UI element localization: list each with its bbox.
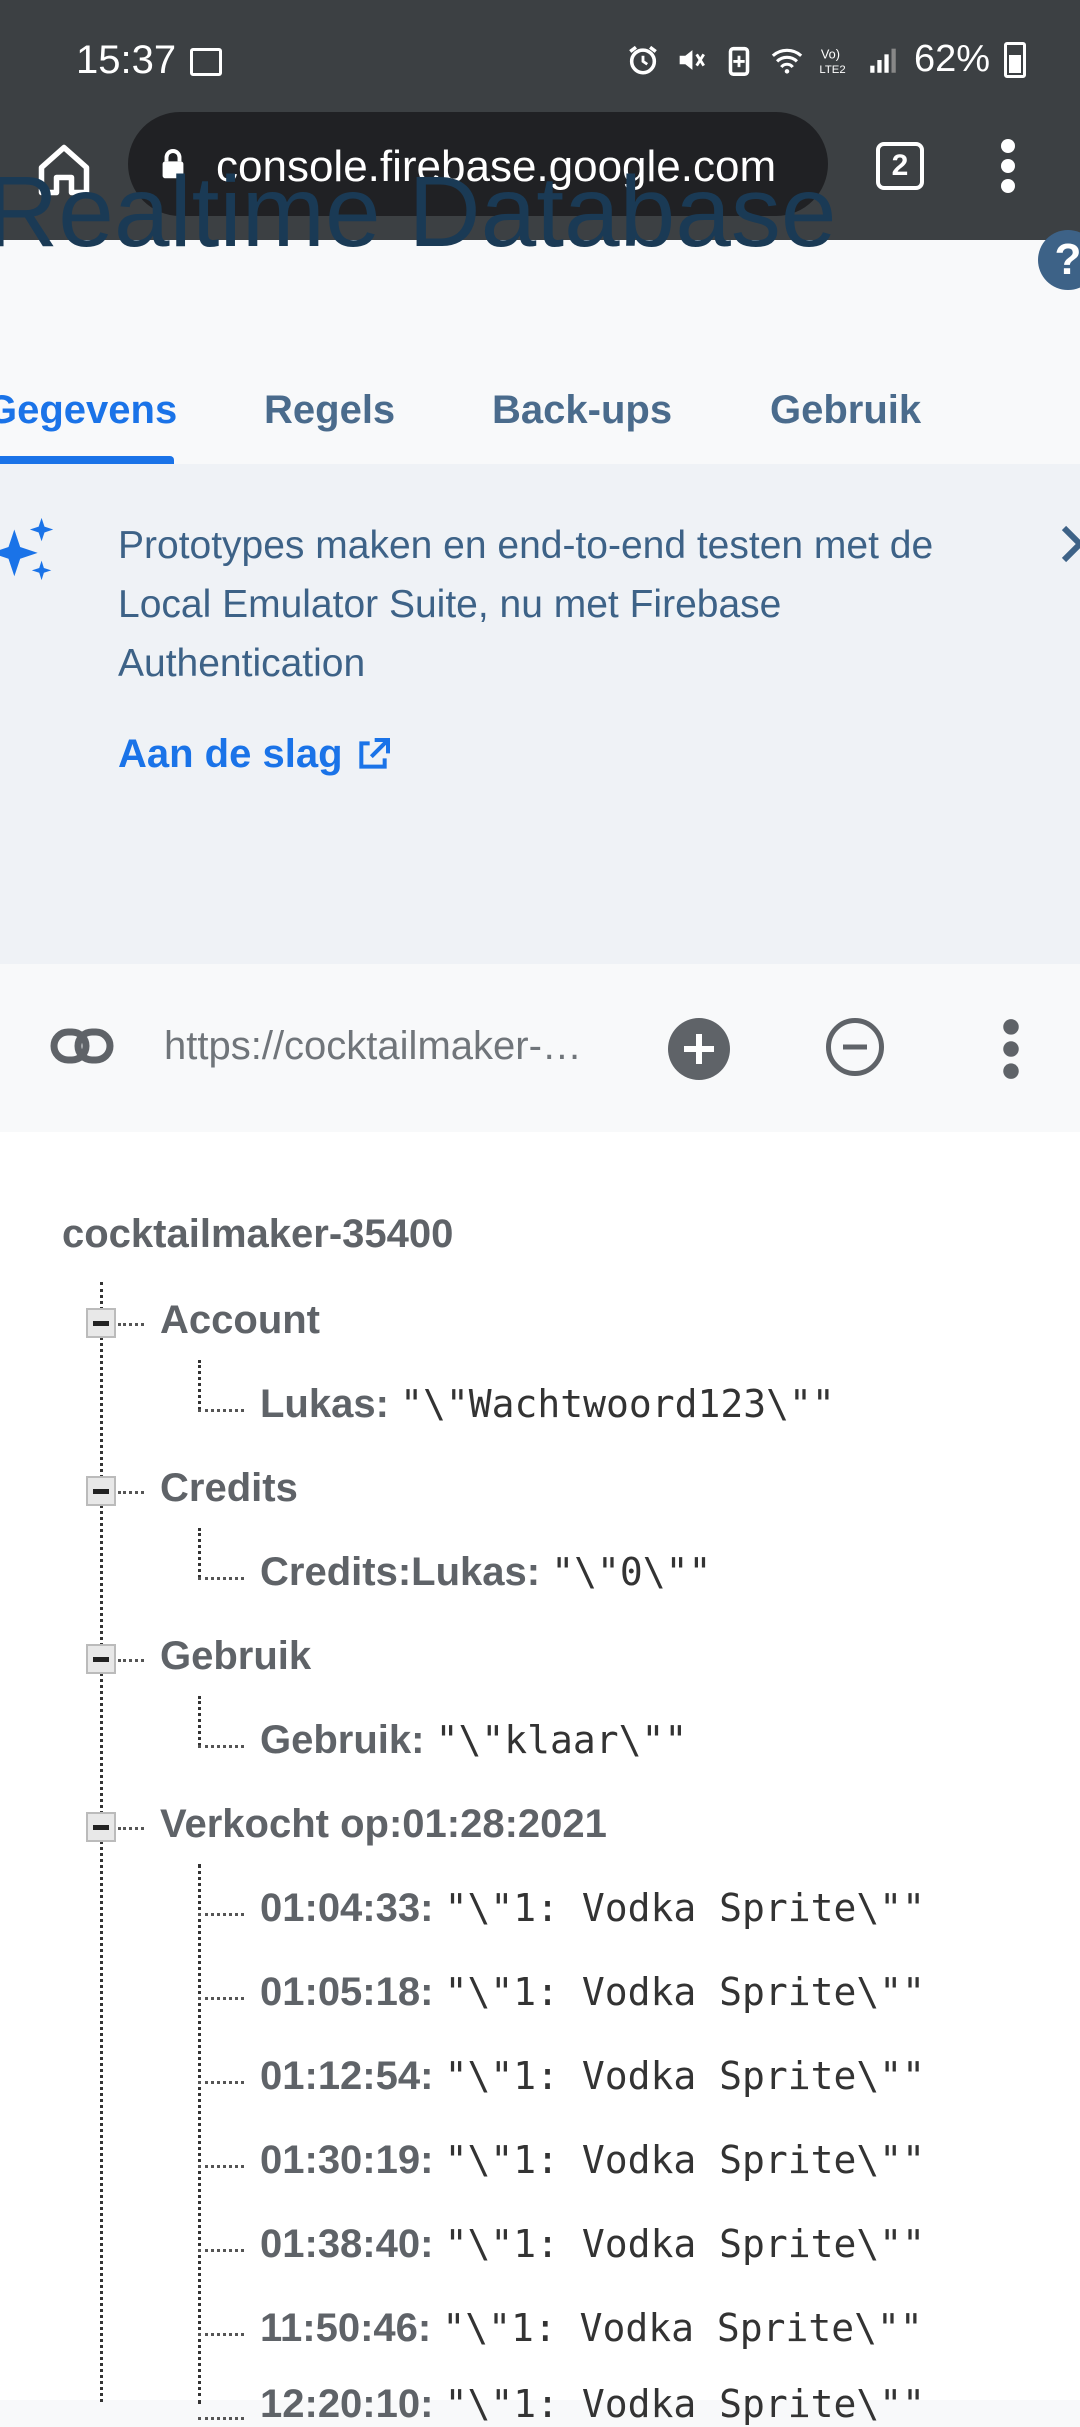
get-started-link[interactable]: Aan de slag [118, 732, 393, 777]
leaf-sale[interactable]: 01:04:33: "\"1: Vodka Sprite\"" [260, 1886, 925, 1931]
banner-message: Prototypes maken en end-to-end testen me… [118, 524, 934, 685]
browser-menu-icon[interactable] [988, 138, 1028, 194]
leaf-value: "\"1: Vodka Sprite\"" [444, 2138, 925, 2182]
database-url[interactable]: https://cocktailmaker-35400-default-rtdb… [164, 1024, 604, 1069]
collapse-toggle-gebruik[interactable] [86, 1644, 116, 1674]
gallery-notification-icon [190, 48, 222, 76]
emulator-banner: Prototypes maken en end-to-end testen me… [0, 464, 1080, 967]
tree-connector [118, 1323, 144, 1326]
tree-line [198, 1528, 201, 1578]
tree-connector [198, 1997, 244, 2000]
tree-connector [198, 1577, 244, 1580]
external-link-icon [358, 737, 390, 769]
node-credits[interactable]: Credits [160, 1466, 298, 1511]
tree-line [198, 1696, 201, 1746]
data-tree: cocktailmaker-35400 Account Lukas: "\"Wa… [0, 1132, 1080, 2426]
get-started-label: Aan de slag [118, 732, 343, 776]
battery-percentage: 62% [913, 38, 990, 80]
link-icon[interactable] [50, 1022, 114, 1070]
leaf-key: 11:50:46: [260, 2306, 432, 2350]
leaf-key: 01:04:33: [260, 1886, 434, 1930]
tab-gebruik[interactable]: Gebruik [770, 388, 921, 433]
leaf-sale[interactable]: 11:50:46: "\"1: Vodka Sprite\"" [260, 2306, 923, 2351]
tree-connector [118, 1659, 144, 1662]
tab-bar: Gegevens Regels Back-ups Gebruik [0, 360, 1080, 467]
svg-text:Vo): Vo) [821, 46, 840, 61]
collapse-toggle-verkocht[interactable] [86, 1812, 116, 1842]
status-bar: 15:37 Vo) LTE2 62% [0, 0, 1080, 112]
tree-line [198, 1360, 201, 1410]
page-title: Realtime Database [0, 156, 837, 268]
leaf-value: "\"1: Vodka Sprite\"" [444, 1886, 925, 1930]
tree-connector [198, 1409, 244, 1412]
node-gebruik[interactable]: Gebruik [160, 1634, 311, 1679]
leaf-key: Gebruik: [260, 1718, 425, 1762]
leaf-key: Lukas: [260, 1382, 389, 1426]
tree-connector [118, 1491, 144, 1494]
battery-saver-icon [728, 46, 750, 76]
collapse-toggle-account[interactable] [86, 1308, 116, 1338]
node-verkocht-op[interactable]: Verkocht op:01:28:2021 [160, 1802, 607, 1847]
sparkle-icon [0, 517, 54, 581]
tree-connector [118, 1827, 144, 1830]
svg-text:LTE2: LTE2 [819, 63, 845, 75]
wifi-icon [771, 48, 803, 74]
leaf-account-lukas[interactable]: Lukas: "\"Wachtwoord123\"" [260, 1382, 835, 1427]
leaf-sale-partial[interactable]: 12:20:10: "\"1: Vodka Sprite\"" [260, 2382, 925, 2427]
status-icons: Vo) LTE2 62% [626, 38, 1026, 81]
tab-switcher-button[interactable]: 2 [876, 142, 924, 190]
tree-connector [198, 1745, 244, 1748]
leaf-sale[interactable]: 01:12:54: "\"1: Vodka Sprite\"" [260, 2054, 925, 2099]
add-icon[interactable] [668, 1018, 730, 1080]
leaf-key: 01:30:19: [260, 2138, 434, 2182]
more-options-icon[interactable] [996, 1018, 1026, 1080]
alarm-icon [629, 45, 657, 75]
leaf-sale[interactable]: 01:38:40: "\"1: Vodka Sprite\"" [260, 2222, 925, 2267]
leaf-value: "\"1: Vodka Sprite\"" [442, 2306, 923, 2350]
node-account[interactable]: Account [160, 1298, 320, 1343]
leaf-gebruik[interactable]: Gebruik: "\"klaar\"" [260, 1718, 687, 1763]
leaf-key: 01:38:40: [260, 2222, 434, 2266]
tree-root[interactable]: cocktailmaker-35400 [62, 1212, 453, 1257]
tree-connector [198, 2165, 244, 2168]
remove-icon[interactable] [826, 1018, 884, 1076]
leaf-value: "\"1: Vodka Sprite\"" [444, 2382, 925, 2426]
tab-regels[interactable]: Regels [264, 388, 395, 433]
leaf-value: "\"1: Vodka Sprite\"" [444, 2054, 925, 2098]
tree-connector [198, 2249, 244, 2252]
leaf-value: "\"0\"" [551, 1550, 712, 1594]
active-tab-indicator [0, 456, 174, 464]
tree-connector [198, 2333, 244, 2336]
mute-icon [679, 49, 705, 70]
leaf-key: Credits:Lukas: [260, 1550, 541, 1594]
leaf-value: "\"klaar\"" [435, 1718, 688, 1762]
leaf-value: "\"1: Vodka Sprite\"" [444, 2222, 925, 2266]
tree-connector [198, 1913, 244, 1916]
leaf-sale[interactable]: 01:05:18: "\"1: Vodka Sprite\"" [260, 1970, 925, 2015]
signal-icon [870, 48, 896, 73]
database-toolbar: https://cocktailmaker-35400-default-rtdb… [0, 964, 1080, 1135]
close-icon[interactable] [1060, 524, 1080, 564]
tree-connector [198, 2417, 244, 2420]
leaf-key: 12:20:10: [260, 2382, 434, 2426]
leaf-key: 01:05:18: [260, 1970, 434, 2014]
leaf-value: "\"1: Vodka Sprite\"" [444, 1970, 925, 2014]
volte-icon: Vo) LTE2 [819, 46, 845, 75]
tab-back-ups[interactable]: Back-ups [492, 388, 672, 433]
tree-line [198, 1864, 201, 2404]
leaf-sale[interactable]: 01:30:19: "\"1: Vodka Sprite\"" [260, 2138, 925, 2183]
tab-gegevens[interactable]: Gegevens [0, 388, 177, 433]
battery-icon [1004, 41, 1026, 78]
status-time: 15:37 [76, 38, 177, 82]
leaf-key: 01:12:54: [260, 2054, 434, 2098]
leaf-value: "\"Wachtwoord123\"" [400, 1382, 835, 1426]
tree-line [100, 1282, 103, 2402]
collapse-toggle-credits[interactable] [86, 1476, 116, 1506]
leaf-credits-lukas[interactable]: Credits:Lukas: "\"0\"" [260, 1550, 711, 1595]
tree-connector [198, 2081, 244, 2084]
